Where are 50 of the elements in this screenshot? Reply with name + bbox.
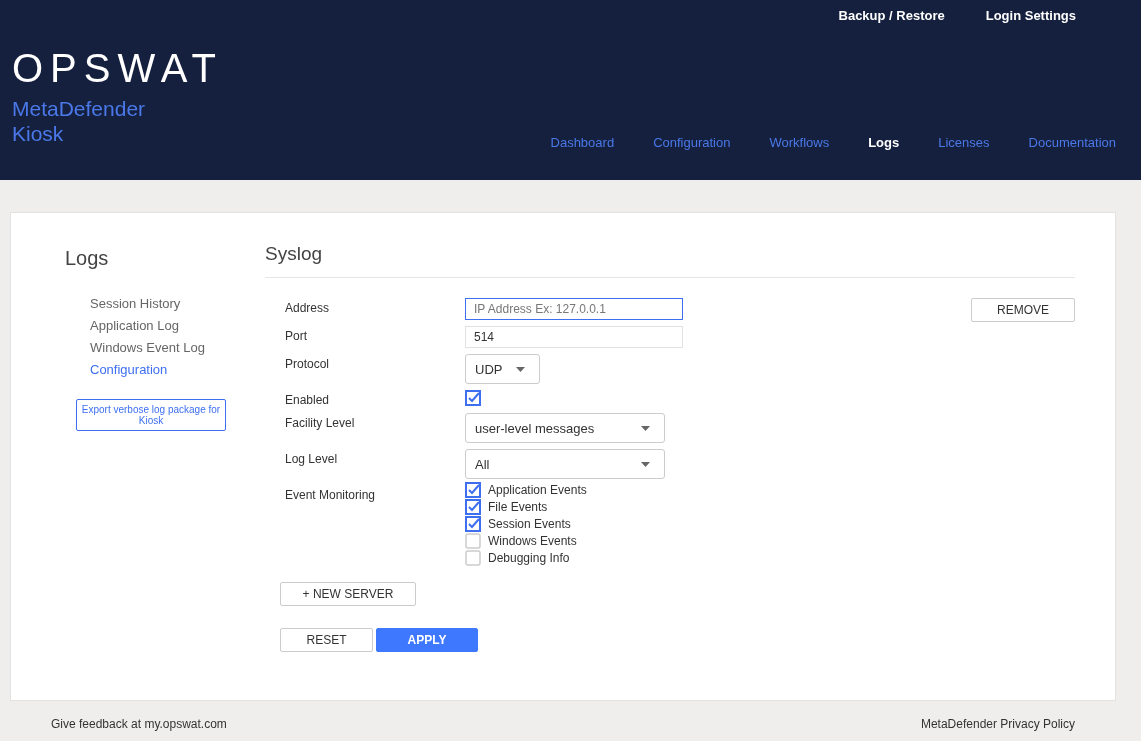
product-name: MetaDefender [12,96,146,121]
sidebar-item[interactable]: Configuration [90,362,168,377]
nav-tab[interactable]: Configuration [653,135,731,150]
checkbox[interactable] [465,516,481,532]
checkbox[interactable] [465,482,481,498]
dropdown[interactable]: UDP [465,354,540,384]
checkbox[interactable] [465,499,481,515]
checkbox-label: Windows Events [488,534,577,548]
input-field[interactable]: 514 [465,326,683,348]
nav-tab[interactable]: Dashboard [550,135,615,150]
sidebar-item[interactable]: Windows Event Log [90,340,205,355]
top-link[interactable]: Backup / Restore [838,8,945,23]
section-title: Syslog [265,243,1075,278]
top-link[interactable]: Login Settings [985,8,1076,23]
logo: OPSWAT [12,48,223,88]
caret-icon [641,461,650,467]
remove-button[interactable]: REMOVE [971,298,1075,322]
checkbox-label: Session Events [488,517,571,531]
field-label: Facility Level [285,415,356,430]
sidebar-item[interactable]: Session History [90,296,181,311]
apply-button[interactable]: APPLY [376,628,478,652]
field-label: Protocol [285,356,331,371]
dropdown[interactable]: user-level messages [465,413,665,443]
checkbox[interactable] [465,390,481,406]
caret-icon [516,366,525,372]
reset-button[interactable]: RESET [280,628,373,652]
dropdown[interactable]: All [465,449,665,479]
caret-icon [641,425,650,431]
field-label: Port [285,328,308,343]
checkbox-label: Debugging Info [488,551,570,565]
checkbox[interactable] [465,550,481,566]
input-field[interactable]: IP Address Ex: 127.0.0.1 [465,298,683,320]
export-button[interactable]: Export verbose log package for Kiosk [76,399,226,431]
sidebar-item[interactable]: Application Log [90,318,179,333]
new-server-button[interactable]: + NEW SERVER [280,582,416,606]
privacy-link[interactable]: MetaDefender Privacy Policy [920,717,1075,731]
product-name: Kiosk [12,121,64,146]
checkbox-label: File Events [488,500,548,514]
nav-tab[interactable]: Workflows [769,135,830,150]
field-label: Event Monitoring [285,487,377,502]
nav-tab[interactable]: Licenses [938,135,990,150]
nav-tab[interactable]: Logs [868,135,900,150]
nav-tab[interactable]: Documentation [1028,135,1116,150]
field-label: Address [285,300,331,315]
field-label: Enabled [285,392,331,407]
field-label: Log Level [285,451,339,466]
checkbox[interactable] [465,533,481,549]
sidebar-title: Logs [65,247,110,270]
checkbox-label: Application Events [488,483,587,497]
feedback-link[interactable]: Give feedback at my.opswat.com [51,717,227,731]
